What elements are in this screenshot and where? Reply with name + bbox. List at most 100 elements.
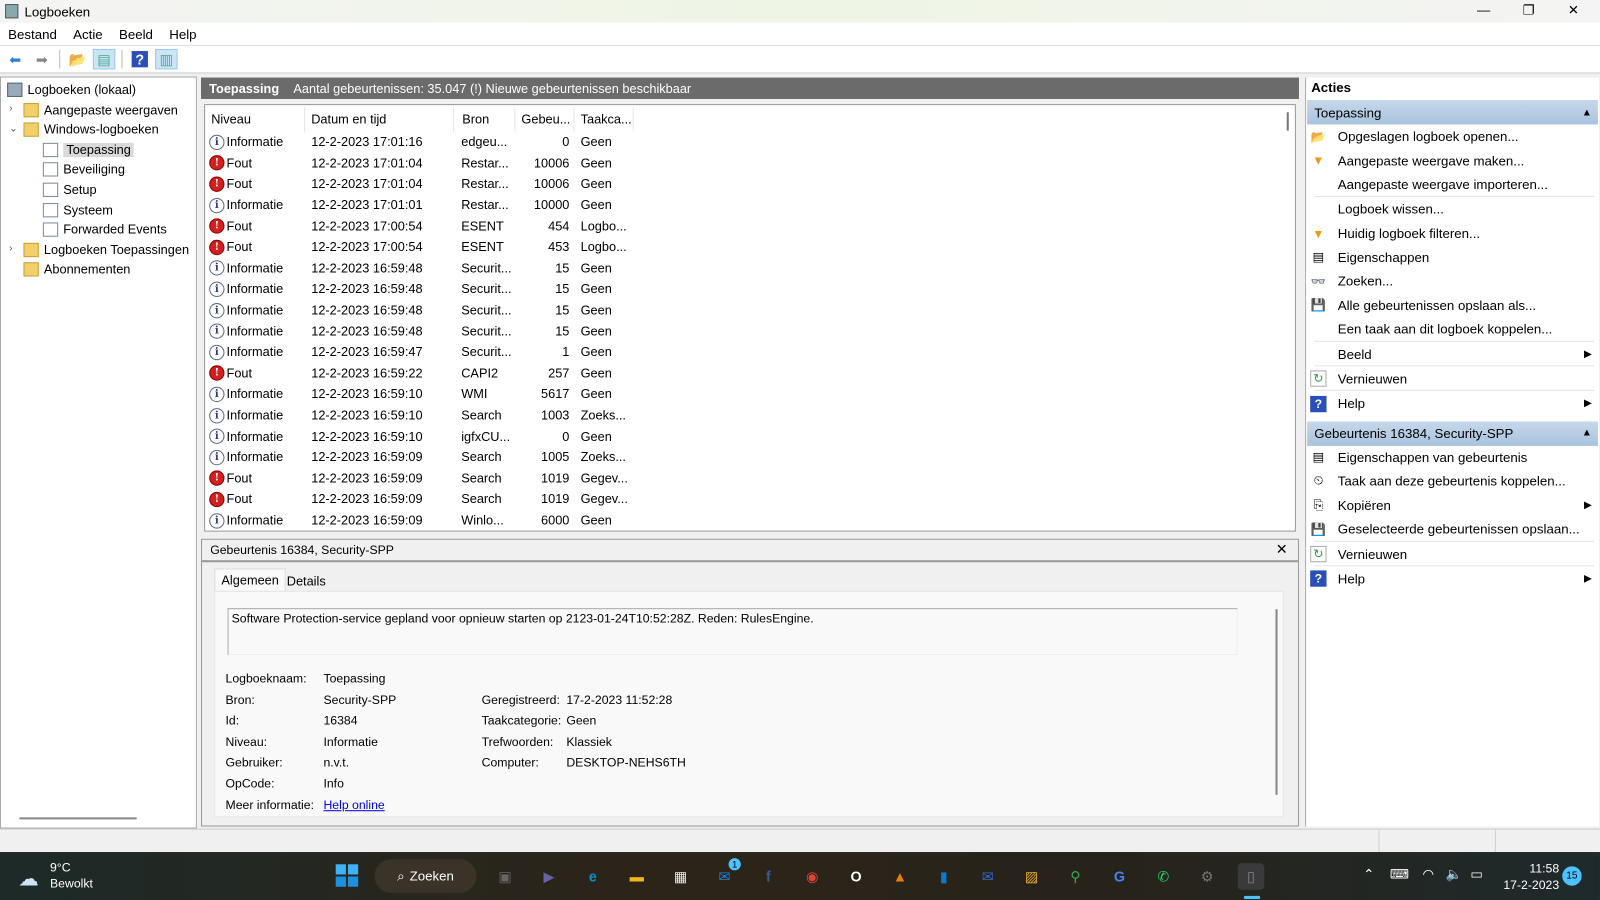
task-view-app-icon[interactable]: ▣ — [492, 863, 519, 890]
menu-bestand[interactable]: Bestand — [0, 26, 65, 41]
taskbar-search[interactable]: ⌕ Zoeken — [374, 859, 477, 893]
table-row[interactable]: i Informatie 12-2-2023 16:59:48 Securit... 1… — [205, 321, 634, 342]
tree-root[interactable]: Logboeken (lokaal) — [7, 80, 136, 99]
event-message[interactable]: Software Protection-service gepland voor… — [227, 608, 1238, 656]
facebook-app-icon[interactable]: f — [755, 863, 782, 890]
action-eigenschappen-van-gebeurtenis[interactable]: ▤ Eigenschappen van gebeurtenis — [1310, 446, 1594, 469]
up-folder-button[interactable]: 📂 — [66, 49, 88, 69]
action-aangepaste-weergave-maken[interactable]: ▼ Aangepaste weergave maken... — [1310, 149, 1594, 172]
vlc-app-icon[interactable]: ▲ — [887, 863, 914, 890]
action-vernieuwen[interactable]: ↻ Vernieuwen — [1310, 542, 1594, 565]
table-row[interactable]: i Informatie 12-2-2023 16:59:10 Search 1003 Z… — [205, 405, 634, 426]
column-header-4[interactable]: Taakca... — [574, 107, 634, 132]
column-header-1[interactable]: Datum en tijd — [305, 107, 455, 132]
action-beeld[interactable]: Beeld ▶ — [1310, 342, 1594, 365]
back-arrow-button[interactable]: ⬅ — [4, 49, 26, 69]
file-explorer-app-icon[interactable]: ▬ — [623, 863, 650, 890]
table-row[interactable]: i Informatie 12-2-2023 16:59:47 Securit... 1… — [205, 342, 634, 363]
table-row[interactable]: i Informatie 12-2-2023 16:59:10 igfxCU... 0 G… — [205, 426, 634, 447]
google-translate-app-icon[interactable]: G — [1106, 863, 1133, 890]
tree-item-aangepaste-weergaven[interactable]: Aangepaste weergaven — [23, 100, 178, 119]
tree-item-systeem[interactable]: Systeem — [42, 200, 113, 219]
table-row[interactable]: i Informatie 12-2-2023 17:01:16 edgeu... 0 Ge… — [205, 132, 634, 153]
table-row[interactable]: i Informatie 12-2-2023 16:59:48 Securit... 1… — [205, 300, 634, 321]
weather-condition[interactable]: Bewolkt — [50, 877, 93, 891]
whatsapp-app-icon[interactable]: ✆ — [1150, 863, 1177, 890]
start-button[interactable] — [335, 864, 359, 887]
table-row[interactable]: ! Fout 12-2-2023 16:59:09 Search 1019 Gegev..… — [205, 489, 634, 510]
table-row[interactable]: ! Fout 12-2-2023 17:01:04 Restar... 10006 Gee… — [205, 153, 634, 174]
action-vernieuwen[interactable]: ↻ Vernieuwen — [1310, 367, 1594, 390]
table-row[interactable]: i Informatie 12-2-2023 17:01:01 Restar... 10… — [205, 195, 634, 216]
expander-icon[interactable]: › — [9, 243, 12, 254]
table-row[interactable]: ! Fout 12-2-2023 16:59:22 CAPI2 257 Geen — [205, 363, 634, 384]
clock[interactable]: 11:58 17-2-2023 — [1503, 860, 1559, 893]
tree-item-beveiliging[interactable]: Beveiliging — [42, 160, 125, 179]
event-viewer-app-icon[interactable]: ▯ — [1237, 863, 1265, 890]
section-header-1[interactable]: Gebeurtenis 16384, Security-SPP ▲ — [1307, 421, 1598, 446]
tree-item-abonnementen[interactable]: Abonnementen — [23, 260, 130, 279]
keyboard-icon[interactable]: ⌨ — [1390, 866, 1409, 882]
tree-hscroll[interactable] — [19, 817, 137, 820]
action-opgeslagen-logboek-openen[interactable]: 📂 Opgeslagen logboek openen... — [1310, 124, 1594, 147]
column-header-2[interactable]: Bron — [456, 107, 516, 132]
tree-item-windows-logboeken[interactable]: Windows-logboeken — [23, 120, 159, 139]
show-hide-tree-button[interactable]: ▤ — [92, 48, 116, 70]
app-blue-app-icon[interactable]: ▮ — [931, 863, 958, 890]
collapse-icon[interactable]: ▲ — [1582, 428, 1592, 439]
tree-item-toepassing[interactable]: Toepassing — [42, 140, 134, 159]
table-row[interactable]: ! Fout 12-2-2023 16:59:09 Search 1019 Gegev..… — [205, 468, 634, 489]
events-scrollbar[interactable] — [1284, 112, 1292, 520]
help-button[interactable]: ? — [129, 49, 151, 69]
table-row[interactable]: i Informatie 12-2-2023 16:59:48 Securit... 1… — [205, 258, 634, 279]
table-row[interactable]: i Informatie 12-2-2023 16:59:09 Winlo... 600… — [205, 510, 634, 531]
action-geselecteerde-gebeurtenissen-opslaan[interactable]: 💾 Geselecteerde gebeurtenissen opslaan... — [1310, 518, 1594, 541]
expander-icon[interactable]: › — [9, 103, 12, 114]
collapse-icon[interactable]: ▲ — [1582, 107, 1592, 118]
action-een-taak-aan-dit-logboek-koppelen[interactable]: Een taak aan dit logboek koppelen... — [1310, 318, 1594, 341]
column-header-3[interactable]: Gebeu... — [515, 107, 575, 132]
expander-icon[interactable]: ⌄ — [9, 123, 18, 134]
edge-app-icon[interactable]: e — [580, 863, 607, 890]
maximize-button[interactable]: ❐ — [1506, 0, 1551, 22]
close-button[interactable]: ✕ — [1551, 0, 1596, 22]
action-zoeken[interactable]: 👓 Zoeken... — [1310, 270, 1594, 293]
microsoft-store-app-icon[interactable]: ▦ — [667, 863, 694, 890]
help-online-link[interactable]: Help online — [323, 798, 384, 812]
battery-icon[interactable]: ▭ — [1470, 866, 1483, 882]
weather-temp[interactable]: 9°C — [50, 860, 71, 874]
menu-actie[interactable]: Actie — [65, 26, 111, 41]
action-eigenschappen[interactable]: ▤ Eigenschappen — [1310, 246, 1594, 269]
menu-help[interactable]: Help — [161, 26, 205, 41]
tab-algemeen[interactable]: Algemeen — [214, 568, 287, 591]
table-row[interactable]: ! Fout 12-2-2023 17:01:04 Restar... 10006 Gee… — [205, 174, 634, 195]
google-maps-app-icon[interactable]: ⚲ — [1062, 863, 1089, 890]
section-header-0[interactable]: Toepassing ▲ — [1307, 99, 1598, 125]
chrome-app-icon[interactable]: ◉ — [799, 863, 826, 890]
action-logboek-wissen[interactable]: Logboek wissen... — [1310, 197, 1594, 220]
notification-badge[interactable]: 15 — [1562, 866, 1582, 886]
action-huidig-logboek-filteren[interactable]: ▼ Huidig logboek filteren... — [1310, 221, 1594, 244]
wifi-icon[interactable]: ◠ — [1422, 866, 1434, 882]
table-row[interactable]: ! Fout 12-2-2023 17:00:54 ESENT 453 Logbo... — [205, 237, 634, 258]
volume-icon[interactable]: 🔈 — [1446, 866, 1463, 882]
action-help[interactable]: ? Help ▶ — [1310, 567, 1594, 590]
opera-app-icon[interactable]: O — [843, 863, 870, 890]
tray-overflow-icon[interactable]: ⌃ — [1363, 866, 1374, 882]
tree-item-logboeken-toepassingen[interactable]: Logboeken Toepassingen — [23, 240, 189, 259]
action-alle-gebeurtenissen-opslaan-als[interactable]: 💾 Alle gebeurtenissen opslaan als... — [1310, 294, 1594, 317]
settings-app-icon[interactable]: ⚙ — [1194, 863, 1221, 890]
table-row[interactable]: i Informatie 12-2-2023 16:59:09 Search 1005 Z… — [205, 447, 634, 468]
thunderbird-app-icon[interactable]: ✉ — [974, 863, 1001, 890]
table-row[interactable]: ! Fout 12-2-2023 17:00:54 ESENT 454 Logbo... — [205, 216, 634, 237]
action-taak-aan-deze-gebeurtenis-koppelen[interactable]: ⏲ Taak aan deze gebeurtenis koppelen... — [1310, 470, 1594, 493]
action-aangepaste-weergave-importeren[interactable]: Aangepaste weergave importeren... — [1310, 173, 1594, 196]
minimize-button[interactable]: — — [1461, 0, 1506, 22]
detail-close-button[interactable]: ✕ — [1276, 541, 1288, 558]
table-row[interactable]: i Informatie 12-2-2023 16:59:10 WMI 5617 Geen — [205, 384, 634, 405]
table-row[interactable]: i Informatie 12-2-2023 16:59:48 Securit... 1… — [205, 279, 634, 300]
tree-item-setup[interactable]: Setup — [42, 180, 97, 199]
teams-app-icon[interactable]: ▶ — [536, 863, 563, 890]
photos-app-icon[interactable]: ▨ — [1018, 863, 1045, 890]
action-kopi-ren[interactable]: ⎘ Kopiëren ▶ — [1310, 494, 1594, 517]
